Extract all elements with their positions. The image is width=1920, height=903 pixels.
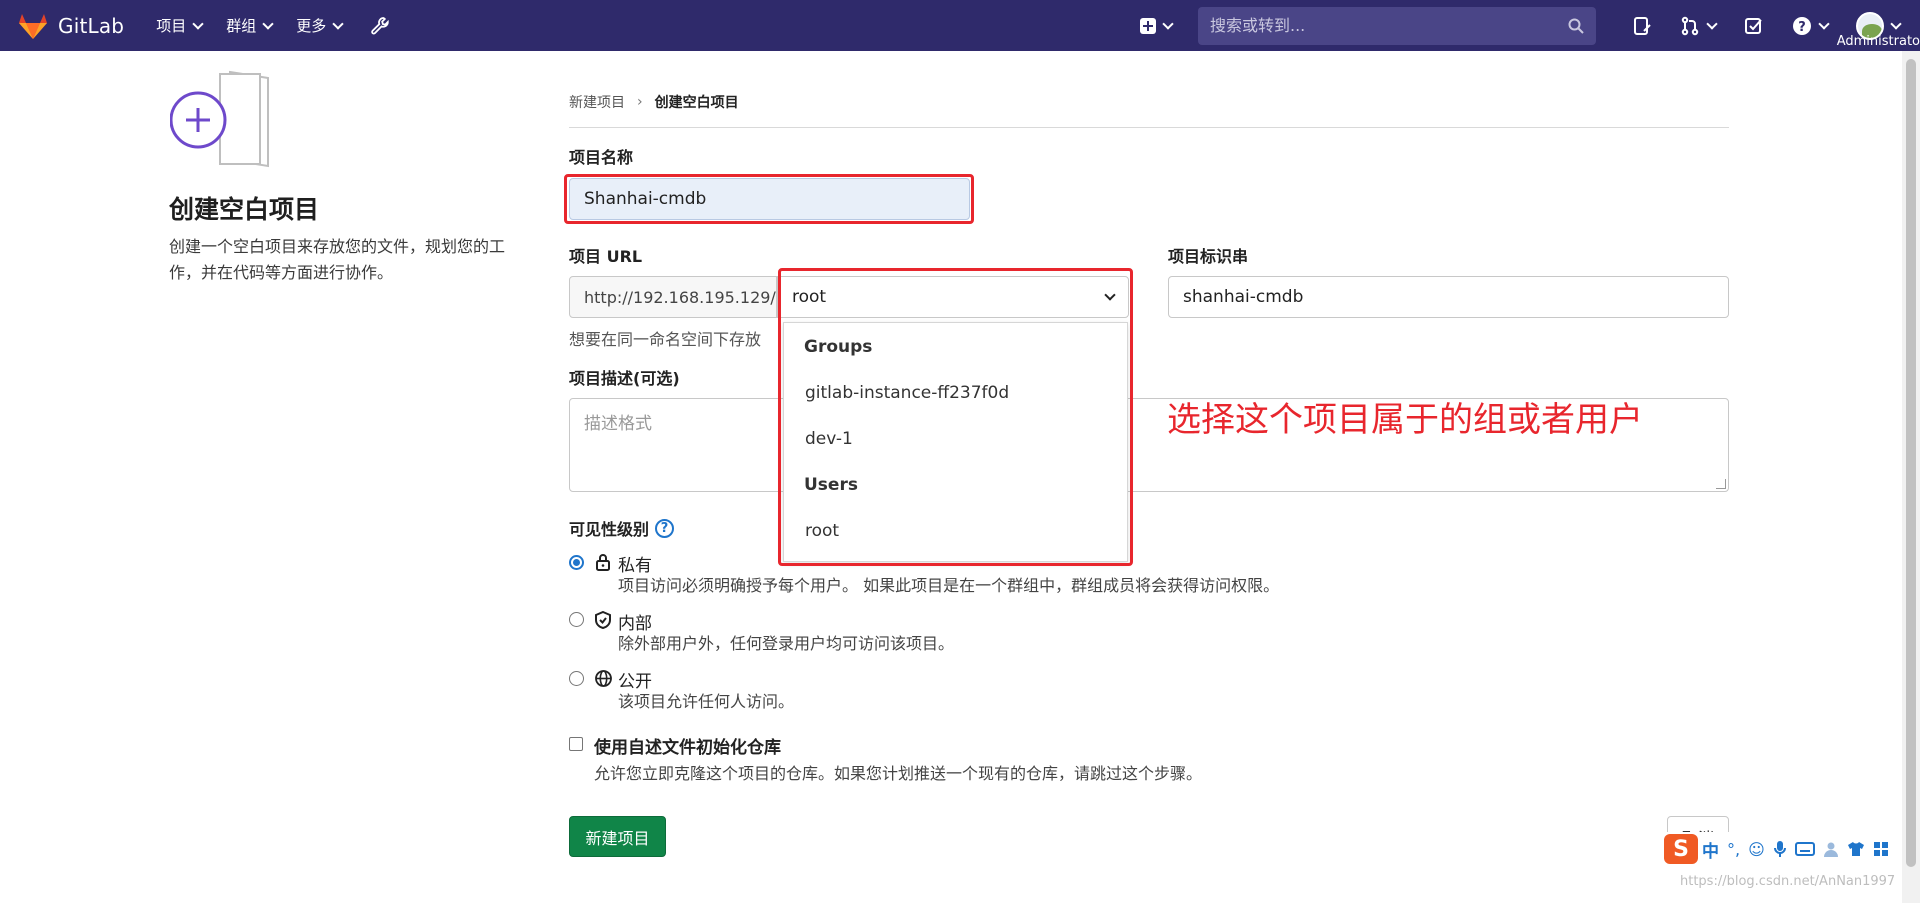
ime-microphone-icon[interactable] (1773, 840, 1787, 858)
search-icon (1568, 18, 1584, 34)
visibility-desc-public: 该项目允许任何人访问。 (618, 692, 795, 711)
watermark: https://blog.csdn.net/AnNan1997 (1680, 874, 1896, 889)
svg-text:?: ? (1798, 20, 1806, 35)
ime-keyboard-icon[interactable] (1794, 842, 1815, 856)
ime-skin-icon[interactable] (1847, 841, 1865, 857)
chevron-down-icon (1706, 17, 1718, 30)
wrench-icon (371, 16, 389, 34)
project-description-label: 项目描述(可选) (569, 369, 680, 388)
nav-right: ? Administrato (1140, 0, 1920, 51)
chevron-down-icon (1890, 17, 1902, 30)
highlight-box-name (564, 174, 974, 224)
chevron-down-icon (192, 17, 204, 30)
merge-requests-link[interactable] (1680, 16, 1718, 36)
ime-language-toggle[interactable]: 中 (1702, 837, 1719, 862)
user-menu[interactable]: Administrato (1837, 0, 1920, 51)
project-slug-label: 项目标识串 (1168, 247, 1249, 266)
breadcrumb-separator-icon: › (637, 94, 643, 110)
plus-square-icon (1140, 17, 1156, 34)
nav-item-label: 群组 (226, 17, 257, 35)
project-name-label: 项目名称 (569, 148, 634, 167)
project-slug-input[interactable]: shanhai-cmdb (1168, 276, 1729, 318)
page-description: 创建一个空白项目来存放您的文件，规划您的工作，并在代码等方面进行协作。 (169, 237, 506, 282)
url-prefix: http://192.168.195.129/ (569, 276, 777, 318)
ime-user-icon[interactable] (1823, 841, 1839, 857)
page-scrollbar[interactable] (1902, 51, 1920, 903)
todo-check-icon (1745, 17, 1762, 34)
chevron-down-icon (1162, 17, 1174, 30)
blank-project-illustration-icon (170, 70, 269, 168)
textarea-resize-handle[interactable] (1716, 479, 1726, 489)
nav-menu: 项目 群组 更多 (156, 15, 414, 36)
chevron-down-icon (262, 17, 274, 30)
todos-link[interactable] (1744, 16, 1764, 36)
breadcrumb: 新建项目 › 创建空白项目 (569, 92, 739, 112)
globe-icon (595, 670, 612, 687)
breadcrumb-current: 创建空白项目 (654, 95, 739, 111)
visibility-radio-private[interactable] (569, 555, 584, 570)
project-url-label: 项目 URL (569, 247, 643, 266)
help-dropdown[interactable]: ? (1792, 16, 1830, 36)
ime-logo[interactable]: S (1664, 834, 1698, 864)
nav-item-label: 更多 (296, 17, 327, 35)
chevron-down-icon (1818, 17, 1830, 30)
brand-name: GitLab (58, 13, 125, 38)
nav-item-groups[interactable]: 群组 (226, 15, 274, 36)
ime-toolbar: S 中 °, ☺ (1662, 832, 1902, 866)
breadcrumb-parent[interactable]: 新建项目 (569, 92, 625, 112)
init-readme-label: 使用自述文件初始化仓库 (594, 738, 781, 758)
chevron-down-icon (332, 17, 344, 30)
shield-icon (595, 611, 611, 629)
visibility-desc-internal: 除外部用户外，任何登录用户均可访问该项目。 (618, 634, 955, 653)
search-box[interactable] (1198, 6, 1596, 45)
ime-grid-icon[interactable] (1873, 841, 1889, 857)
ime-emoji-icon[interactable]: ☺ (1748, 840, 1765, 859)
visibility-radio-internal[interactable] (569, 612, 584, 627)
ime-punctuation-toggle[interactable]: °, (1727, 840, 1740, 859)
visibility-desc-private: 项目访问必须明确授予每个用户。 如果此项目是在一个群组中，群组成员将会获得访问权… (618, 576, 1280, 595)
visibility-label: 可见性级别 ? (569, 516, 675, 540)
issues-icon (1634, 16, 1651, 35)
nav-item-label: 项目 (156, 17, 187, 35)
help-icon[interactable]: ? (655, 518, 675, 538)
init-readme-desc: 允许您立即克隆这个项目的仓库。如果您计划推送一个现有的仓库，请跳过这个步骤。 (594, 764, 1203, 783)
admin-area-link[interactable] (370, 15, 390, 36)
init-readme-checkbox[interactable] (569, 737, 583, 751)
visibility-radio-public[interactable] (569, 671, 584, 686)
url-help-text: 想要在同一命名空间下存放 (569, 330, 762, 349)
divider (569, 127, 1729, 128)
page-title: 创建空白项目 (169, 195, 320, 224)
create-project-button[interactable]: 新建项目 (569, 816, 666, 857)
search-input[interactable] (1210, 16, 1568, 35)
highlight-box-namespace (778, 268, 1133, 566)
visibility-label-text: 可见性级别 (569, 520, 650, 539)
top-navbar: GitLab 项目 群组 更多 搜索或转到... ? Administrato (0, 0, 1920, 51)
brand[interactable]: GitLab (18, 12, 124, 40)
annotation-text: 选择这个项目属于的组或者用户 (1167, 400, 1643, 440)
new-dropdown[interactable] (1140, 17, 1174, 34)
gitlab-logo-icon (19, 13, 47, 39)
scrollbar-thumb[interactable] (1906, 59, 1916, 867)
nav-item-more[interactable]: 更多 (296, 15, 344, 36)
user-name: Administrato (1836, 34, 1920, 49)
merge-request-icon (1681, 16, 1699, 35)
issues-link[interactable] (1632, 16, 1652, 36)
lock-icon (596, 554, 610, 571)
nav-item-projects[interactable]: 项目 (156, 15, 204, 36)
help-icon: ? (1793, 16, 1811, 35)
